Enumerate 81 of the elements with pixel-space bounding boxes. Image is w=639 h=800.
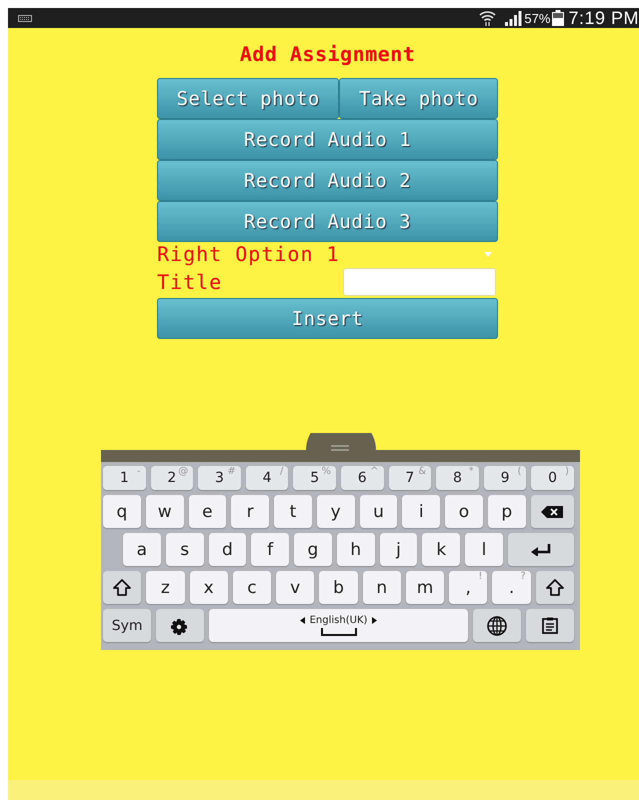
globe-key[interactable] xyxy=(472,609,521,642)
keyboard-key[interactable]: c xyxy=(232,571,272,604)
key-hint: ! xyxy=(478,571,482,583)
clipboard-key[interactable] xyxy=(526,609,574,642)
wifi-icon xyxy=(479,10,496,26)
keyboard-key[interactable]: u xyxy=(360,495,398,528)
shift-icon xyxy=(546,578,564,596)
backspace-icon xyxy=(541,506,564,518)
keyboard-key[interactable]: , ! xyxy=(449,571,488,604)
keyboard-key[interactable]: t xyxy=(274,495,312,528)
keyboard-key[interactable]: 0 ) xyxy=(531,466,574,490)
keyboard-key[interactable]: o xyxy=(445,495,483,528)
keyboard-key[interactable]: 6 ^ xyxy=(340,466,384,490)
option-dropdown[interactable]: Right Option 1 xyxy=(157,242,498,266)
keyboard-key[interactable]: . ? xyxy=(492,571,531,604)
keyboard-key[interactable]: d xyxy=(208,533,246,566)
battery-percent: 57% xyxy=(524,10,550,26)
keyboard-key[interactable]: s xyxy=(166,533,204,566)
language-label: English(UK) xyxy=(310,615,368,626)
keyboard-key[interactable]: w xyxy=(146,495,184,528)
key-hint: ^ xyxy=(370,466,379,478)
space-bar-icon xyxy=(320,628,356,636)
keyboard-key[interactable]: 8 * xyxy=(436,466,479,490)
shift-key[interactable] xyxy=(103,571,142,604)
keyboard-key[interactable]: g xyxy=(294,533,332,566)
keyboard-key[interactable]: z xyxy=(146,571,185,604)
signal-icon xyxy=(505,10,522,26)
globe-icon xyxy=(486,616,508,636)
field-label: Title xyxy=(157,270,222,294)
backspace-key[interactable] xyxy=(530,495,574,528)
keyboard-key[interactable]: h xyxy=(336,533,375,566)
key-hint: @ xyxy=(178,466,188,478)
keyboard-key[interactable]: b xyxy=(319,571,358,604)
keyboard-key[interactable]: m xyxy=(406,571,444,604)
keyboard-key[interactable]: k xyxy=(422,533,460,566)
clipboard-icon xyxy=(542,617,558,634)
keyboard-key[interactable]: 7 & xyxy=(388,466,432,490)
key-hint: - xyxy=(136,466,141,478)
keyboard-key[interactable]: 4 / xyxy=(246,466,288,490)
enter-key[interactable] xyxy=(508,533,574,566)
keyboard-key[interactable]: 2@ xyxy=(150,466,194,490)
key-hint: # xyxy=(227,466,236,478)
keyboard-key[interactable]: 5 % xyxy=(293,466,336,490)
keyboard-key[interactable]: j xyxy=(380,533,418,566)
key-hint: ? xyxy=(520,571,526,583)
keyboard-key[interactable]: n xyxy=(362,571,401,604)
symbols-key[interactable]: Sym xyxy=(103,609,152,642)
key-hint: / xyxy=(280,466,284,478)
screen-title: Add Assignment xyxy=(240,42,416,66)
grip-handle-icon[interactable] xyxy=(331,445,349,451)
dropdown-arrow-icon xyxy=(484,252,492,256)
keyboard-key[interactable]: 3 # xyxy=(198,466,241,490)
keyboard-key[interactable]: e xyxy=(188,495,226,528)
key-hint: % xyxy=(321,466,331,478)
arrow-left-icon xyxy=(300,617,305,624)
shift-icon xyxy=(113,578,132,596)
keyboard-key[interactable]: r xyxy=(231,495,270,528)
space-key[interactable]: English(UK) xyxy=(209,609,468,642)
keyboard-key[interactable]: l xyxy=(465,533,503,566)
arrow-right-icon xyxy=(372,617,378,624)
key-hint: & xyxy=(418,466,426,478)
keyboard-key[interactable]: a xyxy=(123,533,161,566)
keyboard-key[interactable]: x xyxy=(190,571,228,604)
keyboard-key[interactable]: 1 - xyxy=(103,466,146,490)
clock: 7:19 PM xyxy=(568,8,639,28)
keyboard-key[interactable]: q xyxy=(103,495,141,528)
key-hint: ( xyxy=(517,466,522,478)
key-hint: ) xyxy=(565,466,569,478)
key-hint: * xyxy=(468,466,474,478)
keyboard-key[interactable]: p xyxy=(488,495,526,528)
settings-key[interactable] xyxy=(156,609,204,642)
shift-key[interactable] xyxy=(536,571,574,604)
keyboard-key[interactable]: f xyxy=(251,533,290,566)
keyboard-icon xyxy=(18,14,32,22)
keyboard-key[interactable]: 9 ( xyxy=(484,466,526,490)
title-input[interactable] xyxy=(343,268,496,296)
enter-icon xyxy=(530,544,551,556)
battery-icon xyxy=(552,10,564,26)
keyboard-key[interactable]: i xyxy=(402,495,440,528)
keyboard-key[interactable]: y xyxy=(316,495,355,528)
keyboard-key[interactable]: v xyxy=(276,571,314,604)
